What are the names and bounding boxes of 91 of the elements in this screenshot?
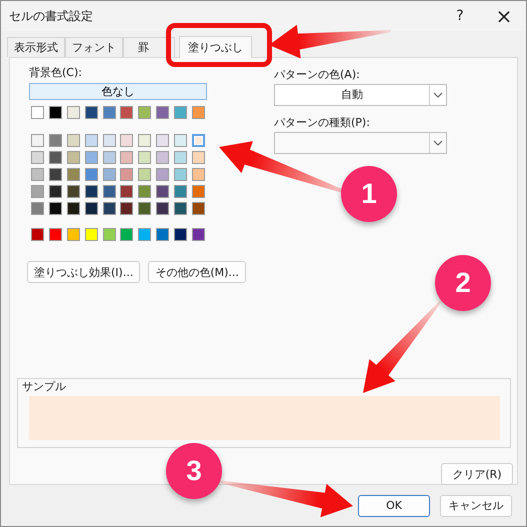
color-swatch[interactable] (48, 151, 62, 164)
color-swatch[interactable] (138, 228, 152, 241)
color-swatch[interactable] (192, 185, 205, 198)
chevron-down-icon (433, 92, 443, 98)
field-label: パターンの種類(P): (274, 116, 371, 130)
color-swatch[interactable] (84, 202, 98, 215)
color-swatch[interactable] (138, 168, 152, 181)
tab[interactable]: 表示形式 (7, 37, 65, 57)
color-swatch[interactable] (84, 134, 98, 147)
color-swatch[interactable] (102, 185, 116, 198)
field-label: 背景色(C): (29, 66, 83, 80)
color-swatch[interactable] (138, 202, 152, 215)
color-swatch[interactable] (48, 168, 62, 181)
color-swatch[interactable] (174, 151, 187, 164)
color-swatch[interactable] (138, 134, 152, 147)
color-swatch[interactable] (66, 185, 80, 198)
color-swatch[interactable] (174, 134, 187, 147)
color-swatch[interactable] (66, 168, 80, 181)
color-swatch[interactable] (102, 106, 116, 119)
color-swatch[interactable] (156, 151, 170, 164)
color-swatch[interactable] (102, 134, 116, 147)
color-swatch[interactable] (84, 228, 98, 241)
color-swatch[interactable] (156, 106, 170, 119)
color-swatch[interactable] (120, 168, 134, 181)
tab[interactable]: フォント (65, 37, 123, 57)
color-swatch[interactable] (31, 134, 44, 147)
color-swatch[interactable] (48, 228, 62, 241)
color-swatch[interactable] (174, 168, 187, 181)
color-swatch[interactable] (120, 106, 134, 119)
color-swatch[interactable] (174, 106, 187, 119)
color-swatch[interactable] (138, 185, 152, 198)
color-swatch[interactable] (31, 185, 44, 198)
color-swatch[interactable] (31, 151, 44, 164)
color-swatch[interactable] (192, 106, 205, 119)
color-swatch[interactable] (84, 106, 98, 119)
color-swatch[interactable] (102, 168, 116, 181)
chevron-down-icon (433, 140, 443, 146)
color-swatch[interactable] (174, 202, 187, 215)
color-swatch[interactable] (102, 202, 116, 215)
color-swatch[interactable] (48, 134, 62, 147)
color-swatch[interactable] (66, 151, 80, 164)
color-swatch[interactable] (102, 228, 116, 241)
close-button[interactable]: × (482, 1, 526, 31)
color-swatch[interactable] (156, 202, 170, 215)
tab[interactable]: 罫 (123, 37, 175, 57)
pattern-style-dropdown[interactable] (274, 132, 447, 154)
color-swatch[interactable] (31, 202, 44, 215)
help-button[interactable]: ? (438, 1, 482, 31)
color-swatch[interactable] (174, 228, 187, 241)
color-swatch[interactable] (192, 168, 205, 181)
color-swatch[interactable] (156, 168, 170, 181)
dialog-button[interactable]: その他の色(M)... (148, 261, 246, 283)
color-swatch[interactable] (156, 228, 170, 241)
color-swatch[interactable] (120, 185, 134, 198)
color-swatch[interactable] (48, 185, 62, 198)
color-swatch[interactable] (31, 168, 44, 181)
color-swatch[interactable] (66, 134, 80, 147)
color-swatch[interactable] (120, 228, 134, 241)
dialog-button[interactable]: キャンセル (440, 494, 512, 516)
color-swatch[interactable] (120, 134, 134, 147)
color-swatch[interactable] (192, 151, 205, 164)
no-color-button[interactable]: 色なし (29, 83, 207, 100)
color-swatch[interactable] (31, 106, 44, 119)
dialog-button[interactable]: 塗りつぶし効果(I)... (27, 261, 140, 283)
color-swatch[interactable] (84, 151, 98, 164)
color-swatch[interactable] (192, 134, 205, 147)
color-swatch[interactable] (192, 228, 205, 241)
field-label: パターンの色(A): (274, 68, 361, 82)
color-swatch[interactable] (138, 106, 152, 119)
color-swatch[interactable] (66, 228, 80, 241)
color-swatch[interactable] (138, 151, 152, 164)
color-swatch[interactable] (48, 202, 62, 215)
color-swatch[interactable] (156, 185, 170, 198)
color-swatch[interactable] (174, 185, 187, 198)
tab[interactable]: 塗りつぶし (179, 36, 252, 58)
color-swatch[interactable] (156, 134, 170, 147)
dialog-button[interactable]: OK (358, 494, 430, 516)
color-swatch[interactable] (120, 202, 134, 215)
color-swatch[interactable] (66, 202, 80, 215)
color-swatch[interactable] (48, 106, 62, 119)
group-label: サンプル (22, 380, 66, 393)
window-title: セルの書式設定 (9, 8, 94, 24)
clear-button[interactable]: クリア(R) (441, 463, 513, 485)
color-swatch[interactable] (31, 228, 44, 241)
color-swatch[interactable] (102, 151, 116, 164)
pattern-color-dropdown[interactable]: 自動 (274, 84, 447, 106)
color-swatch[interactable] (84, 185, 98, 198)
color-swatch[interactable] (66, 106, 80, 119)
color-swatch[interactable] (192, 202, 205, 215)
color-swatch[interactable] (120, 151, 134, 164)
color-swatch[interactable] (84, 168, 98, 181)
